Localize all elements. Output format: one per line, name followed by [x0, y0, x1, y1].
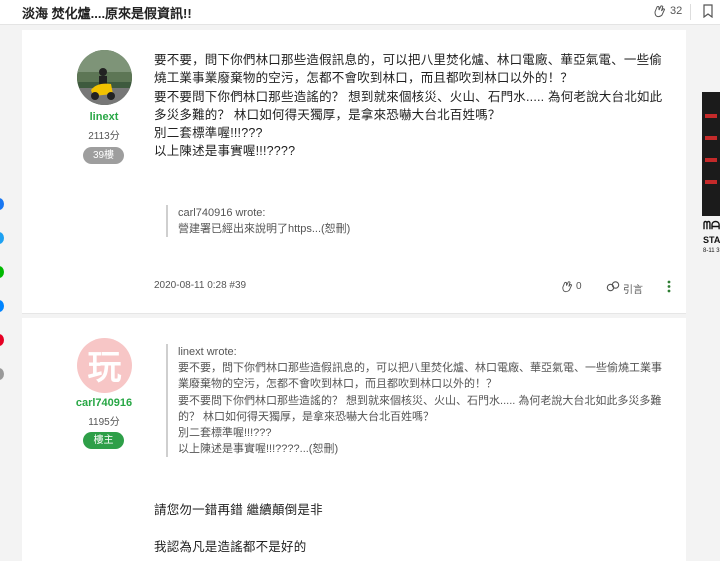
- bookmark-icon[interactable]: [702, 4, 714, 18]
- quote-line: 營建署已經出來說明了https...(恕刪): [178, 223, 351, 236]
- post-content: 請您勿一錯再錯 繼續顛倒是非 我認為凡是造謠都不是好的: [154, 501, 674, 556]
- clap-icon[interactable]: [560, 280, 573, 293]
- author-score: 1195分: [88, 417, 120, 428]
- post-39: linext 2113分 39樓 要不要，問下你們林口那些造假訊息的，可以把八里…: [22, 30, 686, 314]
- topic-like-count: 32: [670, 5, 683, 17]
- post-content: 要不要，問下你們林口那些造假訊息的，可以把八里焚化爐、林口電廠、華亞氣電、一些偷…: [154, 51, 674, 161]
- sidebar-ad-image[interactable]: [702, 92, 720, 216]
- quote-line: 業廢棄物的空污，怎都不會吹到林口，而且都吹到林口以外的！？: [178, 378, 497, 391]
- quote-author: linext wrote:: [178, 346, 237, 358]
- avatar[interactable]: [77, 50, 132, 105]
- quote-link-icon[interactable]: [606, 280, 620, 293]
- post-date: 2020-08-11 0:28 #39: [154, 280, 247, 291]
- quote-line: 別二套標準喔!!!???: [178, 427, 272, 440]
- floor-badge: 39樓: [83, 147, 124, 164]
- quote-block: carl740916 wrote: 營建署已經出來說明了https...(恕刪): [166, 205, 578, 238]
- owner-badge: 樓主: [83, 432, 124, 449]
- content-line: 我認為凡是造謠都不是好的: [154, 539, 307, 554]
- post-40: 玩 carl740916 1195分 樓主 linext wrote: 要不要，…: [22, 318, 686, 561]
- post-author[interactable]: linext: [44, 111, 164, 123]
- content-line: [154, 519, 674, 537]
- share-pinterest-icon[interactable]: [0, 334, 4, 346]
- author-score: 2113分: [88, 131, 120, 142]
- content-line: 燒工業事業廢棄物的空污，怎都不會吹到林口，而且都吹到林口以外的！？: [154, 71, 574, 86]
- sidebar-ad-text[interactable]: ᗰᗩ: [703, 220, 720, 233]
- quote-line: 要不要問下你們林口那些造謠的？ 想到就來個核災、火山、石門水..... 為何老說…: [178, 394, 662, 407]
- more-vertical-icon[interactable]: [667, 280, 671, 293]
- share-facebook-icon[interactable]: [0, 198, 4, 210]
- content-line: 以上陳述是事實喔!!!????: [154, 144, 296, 159]
- share-more-icon[interactable]: [0, 368, 4, 380]
- sidebar-ad-text[interactable]: STA: [703, 235, 720, 245]
- content-line: 要不要，問下你們林口那些造假訊息的，可以把八里焚化爐、林口電廠、華亞氣電、一些偷: [154, 53, 663, 67]
- topic-title: 淡海 焚化爐....原來是假資訊!!: [22, 6, 192, 21]
- share-twitter-icon[interactable]: [0, 232, 4, 244]
- content-line: 請您勿一錯再錯 繼續顛倒是非: [154, 503, 323, 517]
- quote-line: 要不要，問下你們林口那些造假訊息的，可以把八里焚化爐、林口電廠、華亞氣電、一些偷…: [178, 362, 662, 375]
- post-like-count: 0: [576, 281, 582, 292]
- share-messenger-icon[interactable]: [0, 300, 4, 312]
- quote-author: carl740916 wrote:: [178, 207, 266, 219]
- quote-block: linext wrote: 要不要，問下你們林口那些造假訊息的，可以把八里焚化爐…: [166, 344, 693, 458]
- content-line: 要不要問下你們林口那些造謠的？ 想到就來個核災、火山、石門水..... 為何老說…: [154, 89, 663, 104]
- content-line: 別二套標準喔!!!???: [154, 126, 263, 141]
- topic-header: 淡海 焚化爐....原來是假資訊!! 32: [0, 0, 720, 25]
- share-line-icon[interactable]: [0, 266, 4, 278]
- sidebar-ad-date: 8-11 3: [703, 248, 720, 254]
- avatar[interactable]: 玩: [77, 338, 132, 393]
- clap-icon[interactable]: [652, 4, 666, 18]
- quote-line: 的？ 林口如何得天獨厚，是拿來恐嚇大台北百姓嗎？: [178, 410, 435, 423]
- svg-text:玩: 玩: [88, 348, 122, 388]
- quote-button[interactable]: 引言: [623, 281, 643, 296]
- header-divider: [690, 4, 691, 20]
- quote-line: 以上陳述是事實喔!!!????...(恕刪): [178, 443, 339, 456]
- post-author[interactable]: carl740916: [44, 397, 164, 409]
- content-line: 多災多難的？ 林口如何得天獨厚，是拿來恐嚇大台北百姓嗎？: [154, 107, 501, 122]
